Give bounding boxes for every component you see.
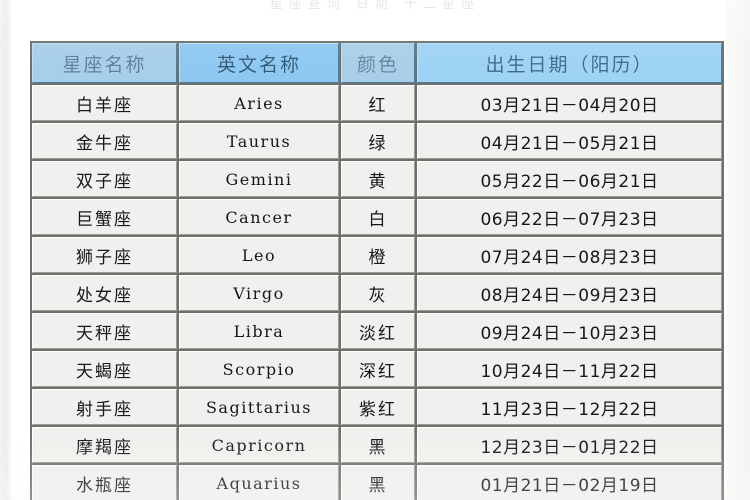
table-row: 狮子座 Leo 橙 07月24日－08月23日 bbox=[32, 237, 722, 273]
cell-birth-date: 12月23日－01月22日 bbox=[417, 427, 722, 463]
cell-english-name: Capricorn bbox=[179, 427, 339, 463]
cell-birth-date: 05月22日－06月21日 bbox=[417, 161, 722, 197]
cell-english-name: Cancer bbox=[179, 199, 339, 235]
cell-english-name: Aries bbox=[179, 85, 339, 121]
scanned-page: 星座查询 日期 十二星座 星座名称 英文名称 颜色 出生日期（阳历） 白羊座 Ar… bbox=[0, 0, 750, 500]
table-header-row: 星座名称 英文名称 颜色 出生日期（阳历） bbox=[32, 43, 722, 83]
cell-zodiac-name: 白羊座 bbox=[32, 85, 177, 121]
cell-zodiac-name: 水瓶座 bbox=[32, 465, 177, 500]
header-zodiac-name: 星座名称 bbox=[32, 43, 177, 83]
cell-birth-date: 10月24日－11月22日 bbox=[417, 351, 722, 387]
cell-english-name: Sagittarius bbox=[179, 389, 339, 425]
cell-color: 灰 bbox=[341, 275, 415, 311]
cell-color: 橙 bbox=[341, 237, 415, 273]
header-english-name: 英文名称 bbox=[179, 43, 339, 83]
page-left-margin bbox=[0, 0, 11, 500]
cell-zodiac-name: 射手座 bbox=[32, 389, 177, 425]
cell-color: 绿 bbox=[341, 123, 415, 159]
header-color: 颜色 bbox=[341, 43, 415, 83]
table-body: 白羊座 Aries 红 03月21日－04月20日 金牛座 Taurus 绿 04月21日－0… bbox=[32, 85, 722, 500]
cell-birth-date: 09月24日－10月23日 bbox=[417, 313, 722, 349]
cell-color: 黑 bbox=[341, 427, 415, 463]
cell-english-name: Libra bbox=[179, 313, 339, 349]
cell-birth-date: 06月22日－07月23日 bbox=[417, 199, 722, 235]
cell-zodiac-name: 天秤座 bbox=[32, 313, 177, 349]
cell-english-name: Taurus bbox=[179, 123, 339, 159]
cell-birth-date: 07月24日－08月23日 bbox=[417, 237, 722, 273]
cell-english-name: Leo bbox=[179, 237, 339, 273]
page-right-margin bbox=[726, 0, 750, 500]
cell-english-name: Scorpio bbox=[179, 351, 339, 387]
cell-birth-date: 03月21日－04月20日 bbox=[417, 85, 722, 121]
table-row: 摩羯座 Capricorn 黑 12月23日－01月22日 bbox=[32, 427, 722, 463]
zodiac-table: 星座名称 英文名称 颜色 出生日期（阳历） 白羊座 Aries 红 03月21日－04… bbox=[30, 41, 724, 500]
cell-zodiac-name: 处女座 bbox=[32, 275, 177, 311]
table-row: 金牛座 Taurus 绿 04月21日－05月21日 bbox=[32, 123, 722, 159]
cell-zodiac-name: 摩羯座 bbox=[32, 427, 177, 463]
table-row: 双子座 Gemini 黄 05月22日－06月21日 bbox=[32, 161, 722, 197]
cell-color: 白 bbox=[341, 199, 415, 235]
header-birth-date: 出生日期（阳历） bbox=[417, 43, 722, 83]
cell-zodiac-name: 狮子座 bbox=[32, 237, 177, 273]
cell-birth-date: 01月21日－02月19日 bbox=[417, 465, 722, 500]
page-top-caption: 星座查询 日期 十二星座 bbox=[269, 0, 481, 9]
cell-birth-date: 08月24日－09月23日 bbox=[417, 275, 722, 311]
cell-color: 黑 bbox=[341, 465, 415, 500]
cell-color: 黄 bbox=[341, 161, 415, 197]
cell-color: 深红 bbox=[341, 351, 415, 387]
table-row: 水瓶座 Aquarius 黑 01月21日－02月19日 bbox=[32, 465, 722, 500]
cell-color: 红 bbox=[341, 85, 415, 121]
table-row: 天蝎座 Scorpio 深红 10月24日－11月22日 bbox=[32, 351, 722, 387]
cell-english-name: Gemini bbox=[179, 161, 339, 197]
cell-english-name: Virgo bbox=[179, 275, 339, 311]
cell-birth-date: 11月23日－12月22日 bbox=[417, 389, 722, 425]
cell-color: 紫红 bbox=[341, 389, 415, 425]
cell-color: 淡红 bbox=[341, 313, 415, 349]
table-row: 巨蟹座 Cancer 白 06月22日－07月23日 bbox=[32, 199, 722, 235]
cell-zodiac-name: 天蝎座 bbox=[32, 351, 177, 387]
cell-zodiac-name: 巨蟹座 bbox=[32, 199, 177, 235]
table-row: 处女座 Virgo 灰 08月24日－09月23日 bbox=[32, 275, 722, 311]
cell-birth-date: 04月21日－05月21日 bbox=[417, 123, 722, 159]
cell-zodiac-name: 双子座 bbox=[32, 161, 177, 197]
table-row: 射手座 Sagittarius 紫红 11月23日－12月22日 bbox=[32, 389, 722, 425]
cell-english-name: Aquarius bbox=[179, 465, 339, 500]
table-row: 白羊座 Aries 红 03月21日－04月20日 bbox=[32, 85, 722, 121]
table-row: 天秤座 Libra 淡红 09月24日－10月23日 bbox=[32, 313, 722, 349]
cell-zodiac-name: 金牛座 bbox=[32, 123, 177, 159]
